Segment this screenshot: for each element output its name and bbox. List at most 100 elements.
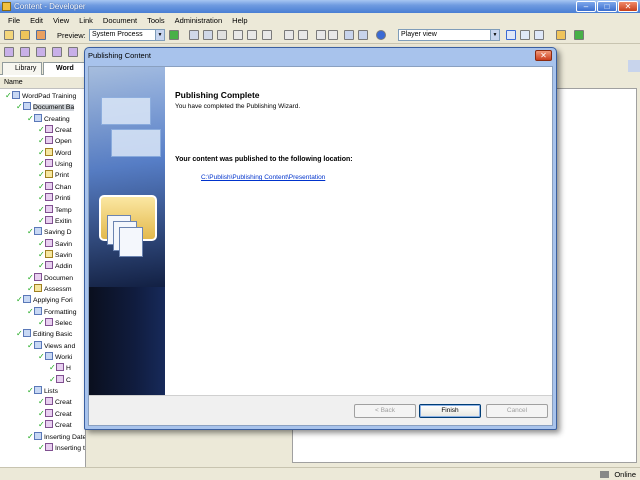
redo-icon[interactable] <box>298 30 308 40</box>
tree-item[interactable]: ✓ Inserting Dates and Objects <box>27 431 85 442</box>
binoculars-icon[interactable] <box>344 30 354 40</box>
tree-item[interactable]: ✓ Creat <box>38 396 72 407</box>
tree-item[interactable]: ✓ Lists <box>27 385 58 396</box>
checkmark-icon: ✓ <box>49 374 56 384</box>
tree-item[interactable]: ✓ Applying Fori <box>16 294 73 305</box>
tree-item[interactable]: ✓ Print <box>38 169 69 180</box>
topic-icon[interactable] <box>52 47 62 57</box>
web-page-icon[interactable] <box>68 47 78 57</box>
tree-item[interactable]: ✓ Word <box>38 147 71 158</box>
find-icon[interactable] <box>262 30 272 40</box>
publish-location-link[interactable]: C:\Publish\Publishing Content\Presentati… <box>201 174 325 181</box>
wizard-banner <box>89 67 165 395</box>
tree-item[interactable]: ✓ Savin <box>38 238 72 249</box>
menu-view[interactable]: View <box>48 16 74 25</box>
tree-item[interactable]: ✓ Saving D <box>27 226 72 237</box>
name-column-header[interactable]: Name <box>0 77 85 89</box>
tree-item[interactable]: ✓ Selec <box>38 317 72 328</box>
menu-administration[interactable]: Administration <box>170 16 228 25</box>
go-icon[interactable] <box>169 30 179 40</box>
tree-item[interactable]: ✓ Printi <box>38 192 71 203</box>
preview-select[interactable]: System Process ▼ <box>89 29 165 41</box>
dialog-close-button[interactable]: ✕ <box>535 50 552 61</box>
menu-help[interactable]: Help <box>227 16 252 25</box>
tree-item[interactable]: ✓ Inserting the Date <box>38 442 85 453</box>
cancel-button[interactable]: Cancel <box>486 404 548 418</box>
checkmark-icon: ✓ <box>38 170 45 180</box>
properties-icon[interactable] <box>247 30 257 40</box>
tree-item[interactable]: ✓ Temp <box>38 204 72 215</box>
section-icon[interactable] <box>36 47 46 57</box>
tree-item[interactable]: ✓ Using <box>38 158 72 169</box>
tree-item-label: Open <box>55 138 72 146</box>
spell-check-icon[interactable] <box>358 30 368 40</box>
tree-item-label: Creat <box>55 127 72 135</box>
tree-item[interactable]: ✓ Exitin <box>38 215 72 226</box>
cut-icon[interactable] <box>189 30 199 40</box>
menu-link[interactable]: Link <box>74 16 98 25</box>
menu-edit[interactable]: Edit <box>25 16 48 25</box>
menu-tools[interactable]: Tools <box>142 16 170 25</box>
checkmark-icon: ✓ <box>38 125 45 135</box>
topic-icon <box>45 125 53 134</box>
open-icon[interactable] <box>20 30 30 40</box>
tree-item[interactable]: ✓ Document Ba <box>16 101 75 112</box>
tree-item[interactable]: ✓ Open <box>38 135 72 146</box>
layout-3-icon[interactable] <box>534 30 544 40</box>
tree-item-label: Savin <box>55 240 73 248</box>
view-select[interactable]: Player view ▼ <box>398 29 500 41</box>
new-icon[interactable] <box>4 30 14 40</box>
tree-item[interactable]: ✓ Addin <box>38 260 72 271</box>
paste-icon[interactable] <box>217 30 227 40</box>
refresh-icon[interactable] <box>574 30 584 40</box>
expand-icon[interactable] <box>316 30 326 40</box>
finish-button[interactable]: Finish <box>419 404 481 418</box>
tree-item[interactable]: ✓ Documen <box>27 272 73 283</box>
undo-icon[interactable] <box>284 30 294 40</box>
module-icon <box>34 386 42 395</box>
tree-item-label: Editing Basic <box>33 331 73 339</box>
outline-icon[interactable] <box>4 47 14 57</box>
menu-bar: File Edit View Link Document Tools Admin… <box>0 13 640 27</box>
tree-item-label: Creat <box>55 410 72 418</box>
delete-icon[interactable] <box>233 30 243 40</box>
tree-item[interactable]: ✓ H <box>49 362 71 373</box>
back-button[interactable]: < Back <box>354 404 416 418</box>
collapse-icon[interactable] <box>328 30 338 40</box>
tree-item[interactable]: ✓ C <box>49 374 71 385</box>
menu-file[interactable]: File <box>3 16 25 25</box>
tree-item[interactable]: ✓ Creat <box>38 124 72 135</box>
tab-library[interactable]: Library <box>2 62 42 75</box>
copy-icon[interactable] <box>203 30 213 40</box>
publish-icon[interactable] <box>36 30 46 40</box>
module-icon <box>34 113 42 122</box>
tree-item[interactable]: ✓ Worki <box>38 351 72 362</box>
chevron-down-icon[interactable]: ▼ <box>490 30 499 40</box>
pane-scroll-button[interactable] <box>628 60 640 72</box>
checkmark-icon: ✓ <box>38 397 45 407</box>
maximize-button[interactable]: □ <box>597 1 617 12</box>
tree-item[interactable]: ✓ Editing Basic <box>16 328 72 339</box>
help-icon[interactable] <box>376 30 386 40</box>
tree-item[interactable]: ✓ Assessm <box>27 283 72 294</box>
tree-item[interactable]: ✓ Views and <box>27 340 75 351</box>
tree-item[interactable]: ✓ Formatting <box>27 306 76 317</box>
wizard-subheading: You have completed the Publishing Wizard… <box>175 103 301 110</box>
chevron-down-icon[interactable]: ▼ <box>155 30 164 40</box>
layout-1-icon[interactable] <box>506 30 516 40</box>
close-button[interactable]: ✕ <box>618 1 638 12</box>
tree-item[interactable]: ✓ Savin <box>38 249 72 260</box>
tree-item[interactable]: ✓ Creating <box>27 113 70 124</box>
module-icon[interactable] <box>20 47 30 57</box>
tree-item[interactable]: ✓ WordPad Training <box>5 90 76 101</box>
tree-item[interactable]: ✓ Creat <box>38 419 72 430</box>
library-toolbar <box>0 44 86 60</box>
menu-document[interactable]: Document <box>98 16 142 25</box>
tab-word[interactable]: Word <box>43 62 85 75</box>
minimize-button[interactable]: – <box>576 1 596 12</box>
folder-icon[interactable] <box>556 30 566 40</box>
tree-item[interactable]: ✓ Chan <box>38 181 71 192</box>
layout-2-icon[interactable] <box>520 30 530 40</box>
topic-icon <box>45 181 53 190</box>
tree-item[interactable]: ✓ Creat <box>38 408 72 419</box>
